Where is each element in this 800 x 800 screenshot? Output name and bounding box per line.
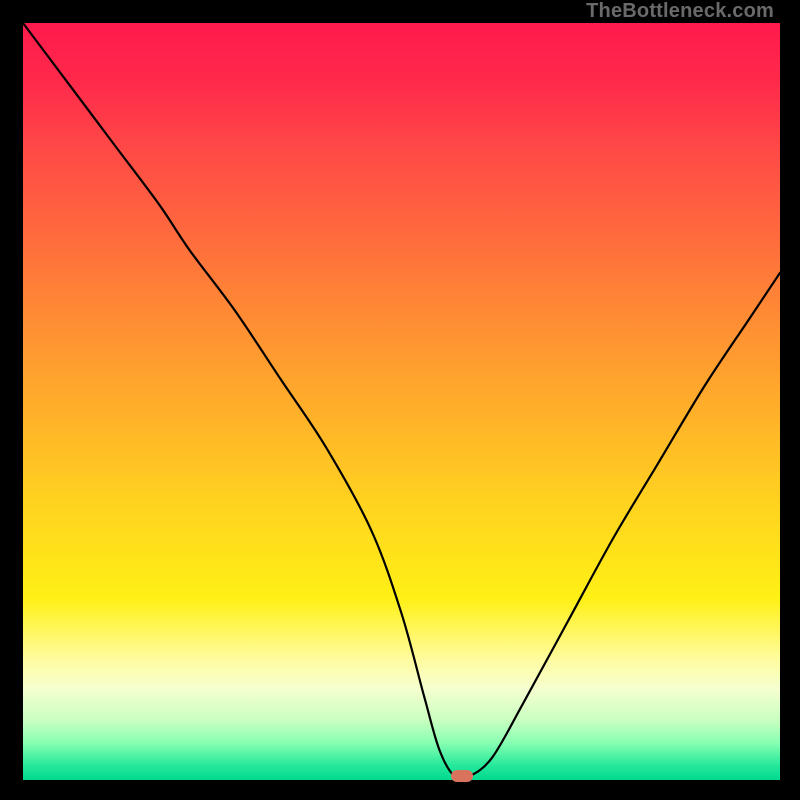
watermark-text: TheBottleneck.com (586, 0, 774, 23)
bottleneck-curve (23, 23, 780, 780)
chart-frame: TheBottleneck.com (0, 0, 800, 800)
optimal-point-marker (451, 770, 473, 782)
